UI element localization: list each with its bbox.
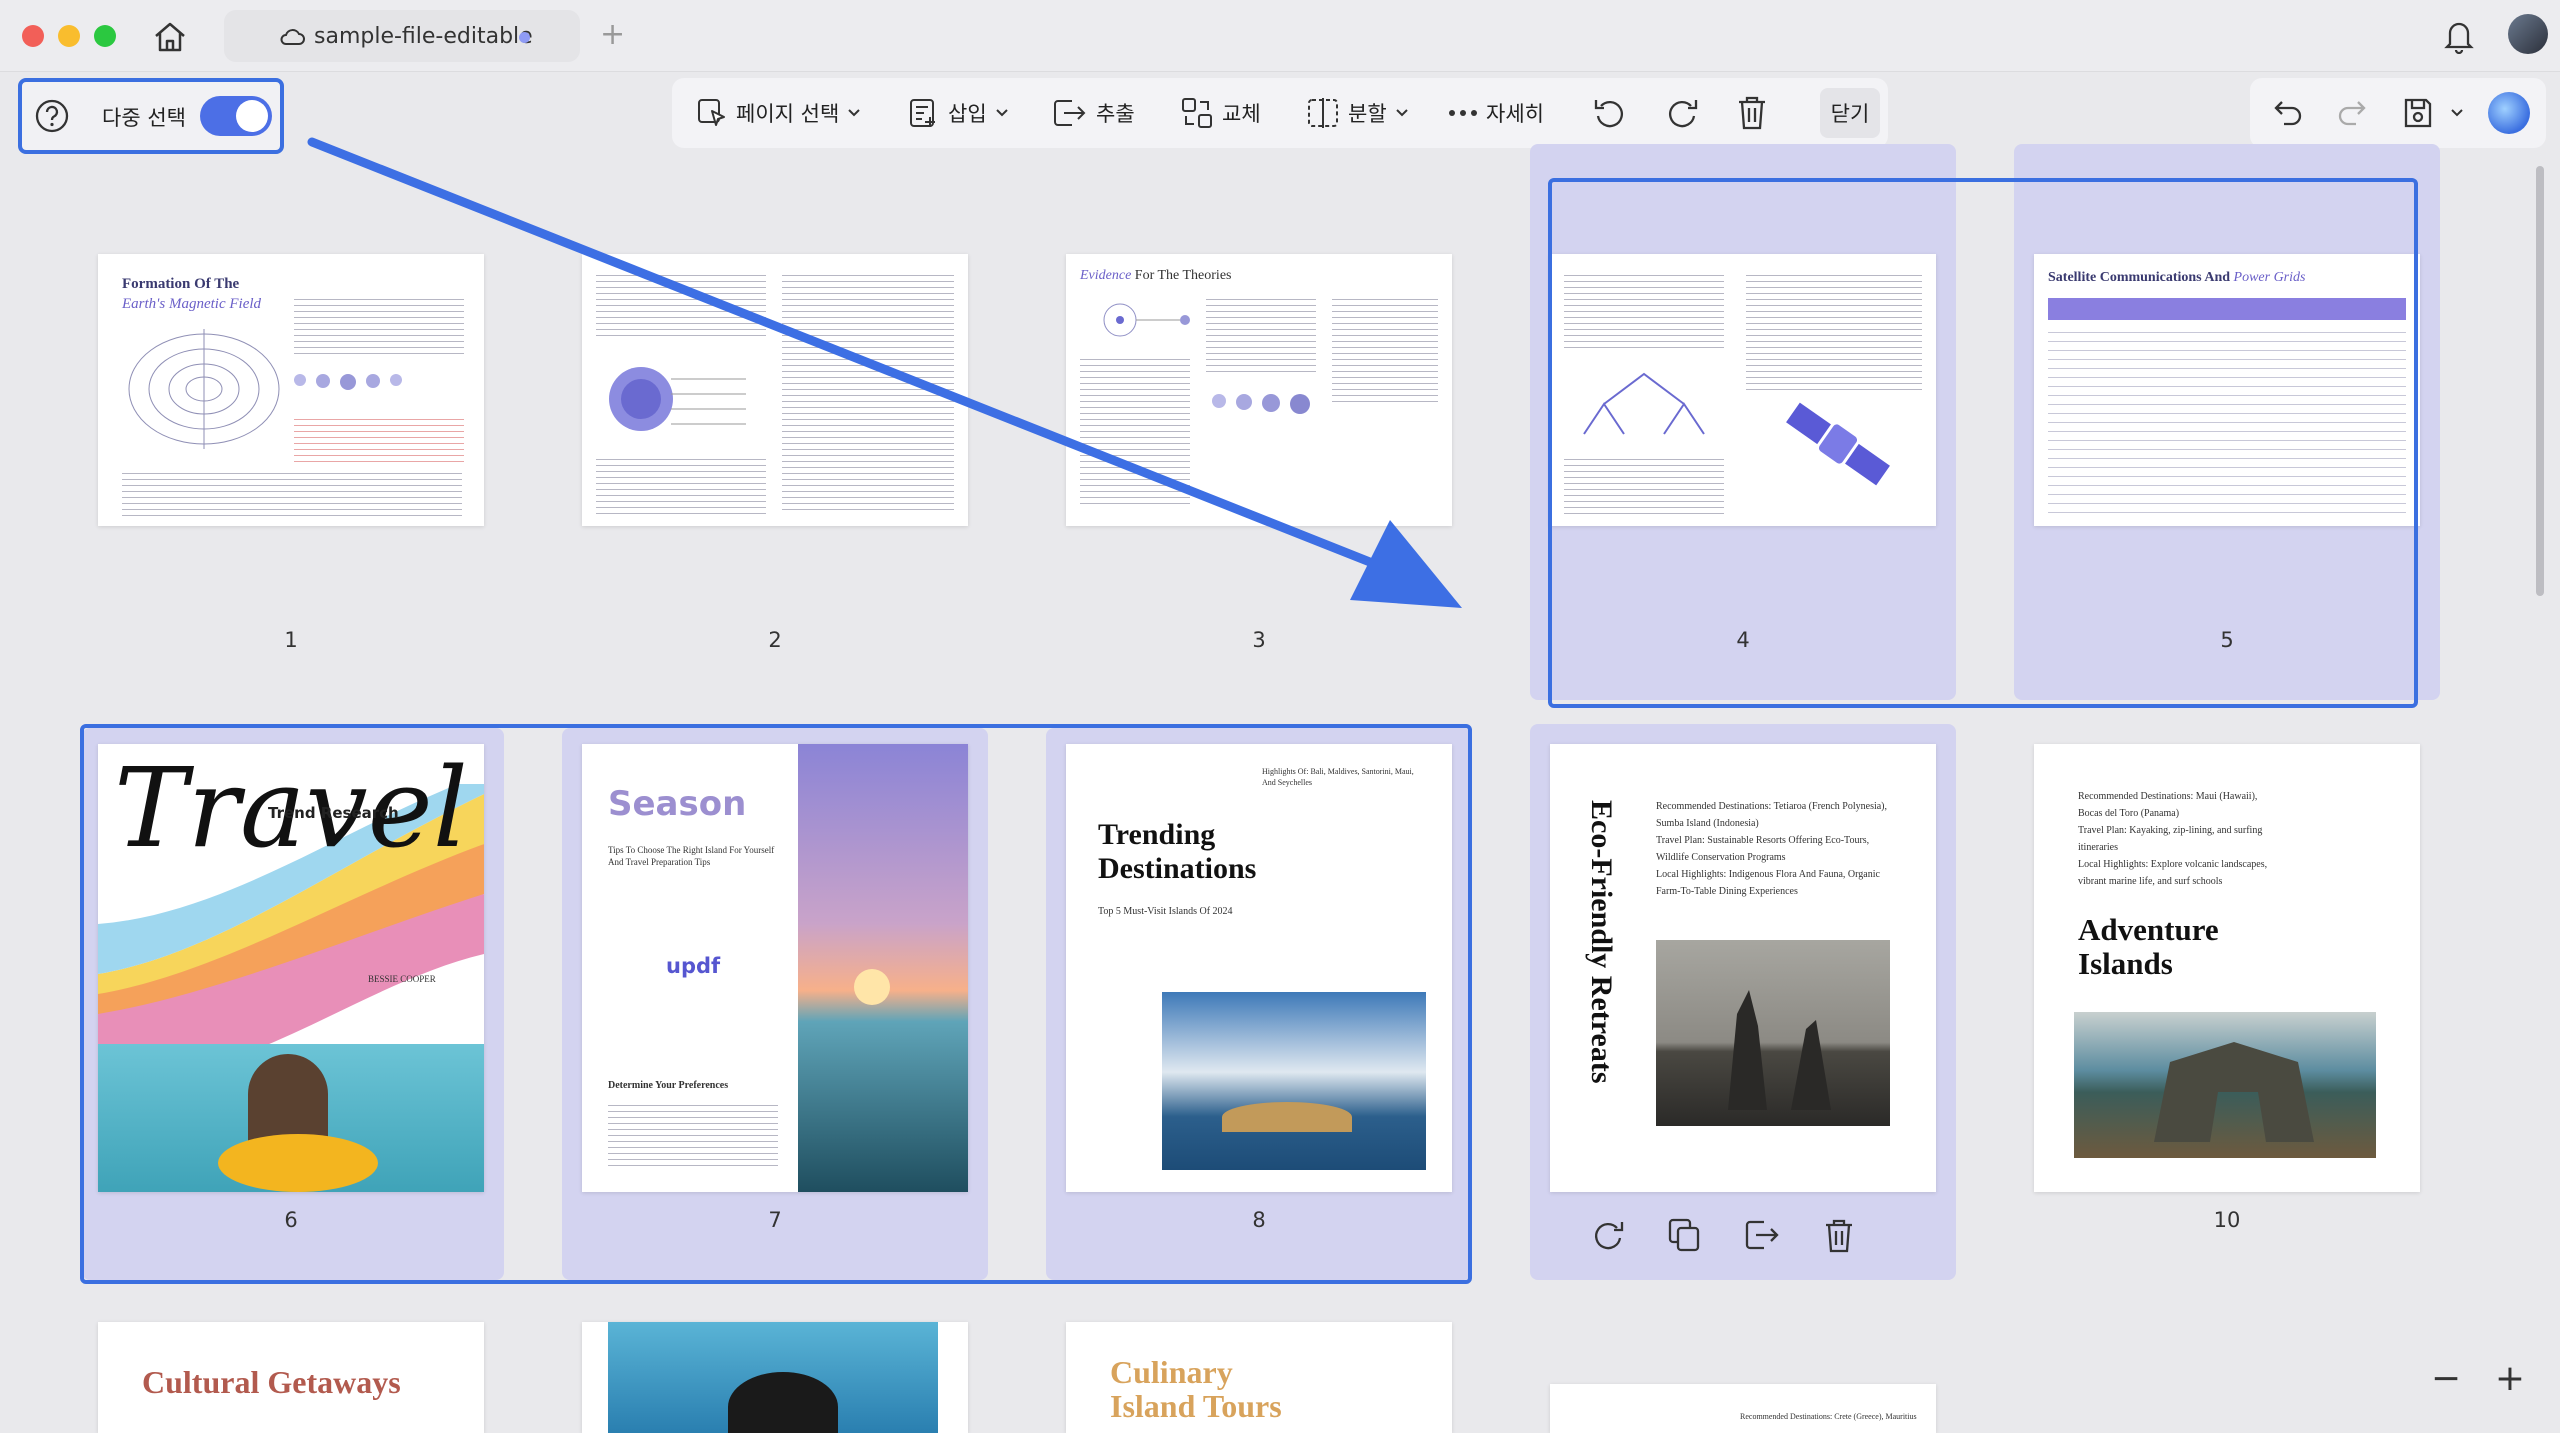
page-select-label: 페이지 선택 (736, 102, 840, 126)
page-9-line-1: Recommended Destinations: Tetiaroa (Fren… (1656, 801, 1888, 812)
page-9-line-3: Travel Plan: Sustainable Resorts Offerin… (1656, 835, 1870, 846)
page-1-title: Formation Of The (122, 276, 240, 292)
page-14-text: Recommended Destinations: Crete (Greece)… (1740, 1412, 1917, 1421)
extract-icon (1054, 100, 1086, 126)
page-number-10: 10 (2213, 1208, 2241, 1232)
page-10-line-6: vibrant marine life, and surf schools (2078, 876, 2223, 887)
extract-page-icon[interactable] (1742, 1216, 1782, 1254)
extract-label: 추출 (1096, 102, 1135, 126)
split-label: 분할 (1348, 102, 1387, 126)
page-select-icon (698, 99, 725, 126)
page-11-title: Cultural Getaways (142, 1364, 401, 1400)
zoom-in-button[interactable]: + (2482, 1350, 2538, 1406)
rotate-right-icon[interactable] (1664, 96, 1700, 132)
page-thumbnail-12[interactable] (582, 1322, 968, 1433)
underwater-photo (608, 1322, 938, 1433)
page-13-title-line1: Culinary (1110, 1354, 1233, 1390)
more-icon (1449, 110, 1477, 116)
page-9-hover-actions (1590, 1216, 1950, 1264)
close-toolbar-button[interactable]: 닫기 (1820, 88, 1880, 138)
page-10-line-4: itineraries (2078, 842, 2118, 853)
multi-select-group: 다중 선택 (18, 78, 284, 154)
rotate-left-icon[interactable] (1592, 96, 1628, 132)
vertical-scrollbar[interactable] (2536, 166, 2544, 596)
selection-rectangle-top (1548, 178, 2418, 708)
right-toolbar (2250, 78, 2546, 148)
page-thumbnail-13[interactable]: Culinary Island Tours (1066, 1322, 1452, 1433)
chevron-down-icon (848, 109, 860, 117)
avatar[interactable] (2508, 14, 2548, 54)
page-10-line-2: Bocas del Toro (Panama) (2078, 808, 2180, 819)
page-number-2: 2 (768, 628, 782, 652)
delete-page-icon[interactable] (1822, 1216, 1856, 1256)
page-13-title-line2: Island Tours (1110, 1388, 1282, 1424)
page-9-vertical-title: Eco-Friendly Retreats (1585, 800, 1618, 1084)
tab-title: sample-file-editable (314, 23, 533, 49)
unsaved-dot (519, 32, 530, 43)
redo-icon[interactable] (2336, 98, 2368, 128)
trash-icon[interactable] (1736, 94, 1768, 132)
minimize-window-button[interactable] (58, 25, 80, 47)
magnetic-field-diagram (128, 329, 280, 449)
help-icon[interactable] (34, 98, 70, 134)
page-thumbnail-11[interactable]: Cultural Getaways (98, 1322, 484, 1433)
page-9-line-4: Wildlife Conservation Programs (1656, 852, 1786, 863)
page-9-line-5: Local Highlights: Indigenous Flora And F… (1656, 869, 1880, 880)
home-icon[interactable] (152, 20, 188, 54)
replace-label: 교체 (1222, 102, 1261, 126)
chevron-down-icon (995, 109, 1008, 117)
save-icon[interactable] (2402, 96, 2434, 130)
page-thumbnail-10[interactable]: Recommended Destinations: Maui (Hawaii),… (2034, 744, 2420, 1192)
split-icon (1308, 98, 1338, 128)
page-10-line-5: Local Highlights: Explore volcanic lands… (2078, 859, 2268, 870)
page-number-1: 1 (284, 628, 298, 652)
cloud-icon (280, 29, 305, 45)
page-10-line-3: Travel Plan: Kayaking, zip-lining, and s… (2078, 825, 2263, 836)
page-number-3: 3 (1252, 628, 1266, 652)
page-thumbnail-14[interactable]: Recommended Destinations: Crete (Greece)… (1550, 1384, 1936, 1433)
page-10-line-1: Recommended Destinations: Maui (Hawaii), (2078, 791, 2258, 802)
chevron-down-icon (1395, 109, 1408, 117)
multi-select-toggle[interactable] (200, 96, 272, 136)
duplicate-page-icon[interactable] (1666, 1216, 1702, 1254)
rock-arch-photo (2074, 1012, 2376, 1158)
ai-assistant-icon[interactable] (2488, 92, 2530, 134)
sea-stack-photo (1656, 940, 1890, 1126)
title-bar: sample-file-editable + (0, 0, 2560, 72)
undo-icon[interactable] (2272, 98, 2304, 128)
page-10-text: Recommended Destinations: Maui (Hawaii),… (2078, 788, 2398, 890)
page-9-text: Recommended Destinations: Tetiaroa (Fren… (1656, 798, 1926, 900)
close-window-button[interactable] (22, 25, 44, 47)
page-10-title-line1: Adventure (2078, 912, 2219, 947)
page-thumbnail-9[interactable]: Eco-Friendly Retreats Recommended Destin… (1550, 744, 1936, 1192)
rotate-page-icon[interactable] (1590, 1216, 1626, 1254)
multi-select-label: 다중 선택 (102, 106, 186, 130)
page-1-subtitle: Earth's Magnetic Field (122, 296, 262, 312)
new-tab-button[interactable]: + (600, 17, 625, 52)
zoom-window-button[interactable] (94, 25, 116, 47)
page-10-title-line2: Islands (2078, 946, 2173, 981)
document-tab[interactable]: sample-file-editable (224, 10, 580, 62)
chevron-down-icon[interactable] (2450, 108, 2464, 118)
bell-icon[interactable] (2444, 18, 2474, 54)
page-9-line-2: Sumba Island (Indonesia) (1656, 818, 1759, 829)
zoom-out-button[interactable]: − (2418, 1350, 2474, 1406)
insert-icon (910, 99, 935, 127)
replace-icon (1182, 98, 1212, 128)
selection-rectangle-bottom (80, 724, 1472, 1284)
drag-arrow (307, 137, 1462, 608)
insert-label: 삽입 (948, 102, 987, 126)
page-9-line-6: Farm-To-Table Dining Experiences (1656, 886, 1798, 897)
more-label: 자세히 (1486, 102, 1544, 126)
